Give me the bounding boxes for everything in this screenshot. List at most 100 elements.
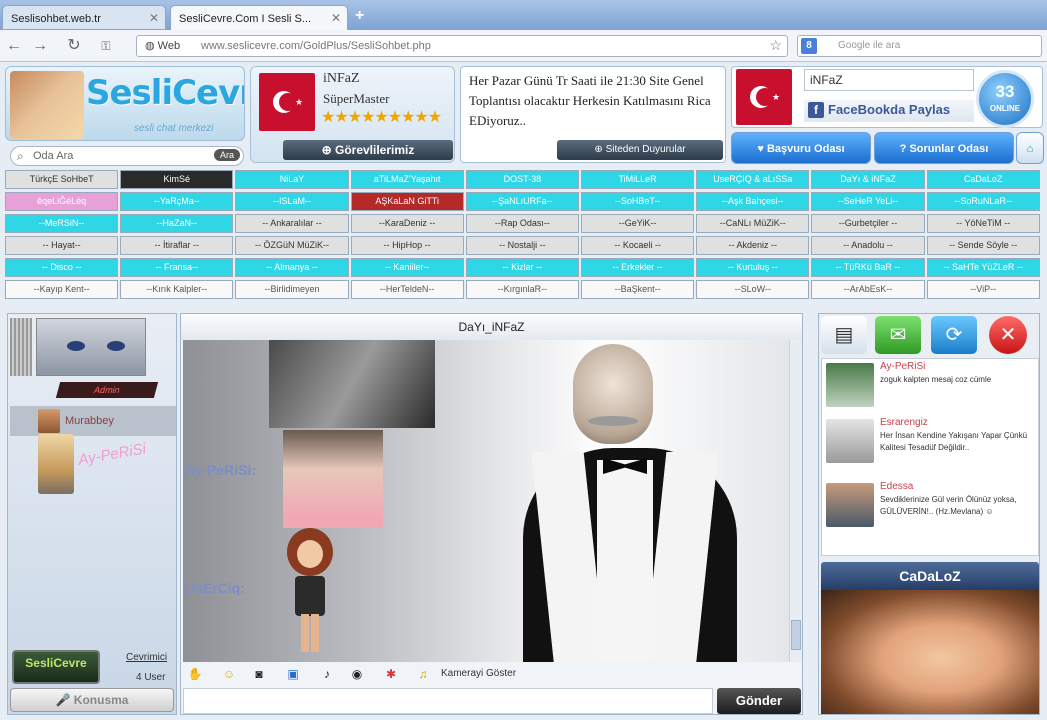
room-button[interactable]: --SoRuNLaR-- bbox=[926, 192, 1040, 211]
application-room-button[interactable]: ♥ Başvuru Odası bbox=[731, 132, 871, 164]
room-button[interactable]: --ArAbEsK-- bbox=[811, 280, 925, 299]
star-icon[interactable]: ☆ bbox=[769, 37, 782, 54]
room-button[interactable]: êqeLiĞéLéq bbox=[5, 192, 119, 211]
duties-button[interactable]: ⊕ Görevlilerimiz bbox=[283, 140, 453, 160]
scroll-grip[interactable] bbox=[10, 318, 32, 376]
feed-item[interactable]: Ay-PeRiSi zoguk kalpten mesaj coz cümle bbox=[824, 361, 1036, 413]
show-camera-link[interactable]: Kamerayi Göster bbox=[441, 668, 516, 679]
promo-image[interactable] bbox=[821, 590, 1039, 714]
hand-icon[interactable]: ✋ bbox=[187, 666, 203, 682]
room-button[interactable]: TürkçE SoHbeT bbox=[5, 170, 119, 189]
problems-room-button[interactable]: ? Sorunlar Odası bbox=[874, 132, 1014, 164]
room-button[interactable]: --ŞaNLıURFa-- bbox=[465, 192, 579, 211]
room-button[interactable]: --Kırık Kalpler-- bbox=[120, 280, 234, 299]
room-button[interactable]: --ViP-- bbox=[926, 280, 1040, 299]
tab-seslisohbet[interactable]: Seslisohbet.web.tr ✕ bbox=[2, 5, 166, 30]
send-button[interactable]: Gönder bbox=[717, 688, 801, 714]
room-button[interactable]: -- Akdeniz -- bbox=[696, 236, 810, 255]
room-button[interactable]: --ISLaM-- bbox=[235, 192, 349, 211]
room-button[interactable]: --Kayıp Kent-- bbox=[5, 280, 119, 299]
site-logo[interactable]: SesliCevre sesli chat merkezi bbox=[5, 66, 245, 141]
room-button[interactable]: -- Sende Söyle -- bbox=[926, 236, 1040, 255]
room-search-button[interactable]: Ara bbox=[213, 149, 240, 161]
room-button[interactable]: --KaraDeniz -- bbox=[350, 214, 464, 233]
room-button[interactable]: -- Kocaeli -- bbox=[581, 236, 695, 255]
room-button[interactable]: -- SaHTe YüZLeR -- bbox=[926, 258, 1040, 277]
room-button[interactable]: --SoHBeT-- bbox=[581, 192, 695, 211]
profile-tool-icon[interactable]: ▤ bbox=[821, 316, 867, 354]
room-button[interactable]: AŞKaLaN GiTTi bbox=[350, 192, 464, 211]
room-button[interactable]: --SLoW-- bbox=[696, 280, 810, 299]
home-icon[interactable]: ⌂ bbox=[1016, 132, 1044, 164]
room-button[interactable]: -- HipHop -- bbox=[350, 236, 464, 255]
room-button[interactable]: -- Fransa-- bbox=[120, 258, 234, 277]
user-list-item[interactable]: Murabbey bbox=[10, 406, 176, 436]
room-button[interactable]: -- ÖZGüN MüZiK-- bbox=[235, 236, 349, 255]
smiley-icon[interactable]: ☺ bbox=[221, 666, 237, 682]
back-icon[interactable]: ← bbox=[4, 36, 24, 56]
tab-seslicevre[interactable]: SesliCevre.Com I Sesli S... ✕ bbox=[170, 5, 348, 30]
room-button[interactable]: KimSé bbox=[120, 170, 234, 189]
feed-item[interactable]: Esrarengiz Her İnsan Kendine Yakışanı Ya… bbox=[824, 417, 1036, 477]
room-button[interactable]: DOST-38 bbox=[465, 170, 579, 189]
room-button[interactable]: --Birlidimeyen bbox=[235, 280, 349, 299]
user-name-signature[interactable]: Ay-PeRiSi bbox=[77, 440, 147, 469]
room-button[interactable]: -- Hayat-- bbox=[5, 236, 119, 255]
search-input[interactable]: 8 Google ile ara bbox=[797, 35, 1042, 57]
facebook-share-button[interactable]: f FaceBookda Paylas bbox=[804, 100, 974, 122]
room-button[interactable]: -- YöNeTiM -- bbox=[926, 214, 1040, 233]
online-link[interactable]: Cevrimici bbox=[126, 652, 167, 663]
room-button[interactable]: -- Anadolu -- bbox=[811, 236, 925, 255]
room-button[interactable]: -- Kurtuluş -- bbox=[696, 258, 810, 277]
room-button[interactable]: --HaZaN-- bbox=[120, 214, 234, 233]
user-icon[interactable]: ▣ bbox=[285, 666, 301, 682]
forward-icon[interactable]: → bbox=[30, 36, 50, 56]
room-button[interactable]: DaYı & iNFaZ bbox=[811, 170, 925, 189]
room-button[interactable]: -- Nostalji -- bbox=[465, 236, 579, 255]
room-button[interactable]: --SeHeR YeLi-- bbox=[811, 192, 925, 211]
room-button[interactable]: --BaŞkent-- bbox=[581, 280, 695, 299]
chat-scrollbar[interactable] bbox=[789, 340, 802, 662]
room-button[interactable]: -- Ankaralılar -- bbox=[235, 214, 349, 233]
message-input[interactable] bbox=[183, 688, 713, 714]
room-button[interactable]: --MeRSiN-- bbox=[5, 214, 119, 233]
room-button[interactable]: -- TüRKü BaR -- bbox=[811, 258, 925, 277]
room-button[interactable]: --KırgınlaR-- bbox=[465, 280, 579, 299]
talk-button[interactable]: 🎤 Konusma bbox=[10, 688, 174, 712]
room-button[interactable]: CaDaLoZ bbox=[926, 170, 1040, 189]
gift-icon[interactable]: ✱ bbox=[383, 666, 399, 682]
new-tab-button[interactable]: + bbox=[355, 7, 364, 25]
room-button[interactable]: NiLaY bbox=[235, 170, 349, 189]
room-button[interactable]: --Gurbetçiler -- bbox=[811, 214, 925, 233]
address-bar[interactable]: ◍ Web www.seslicevre.com/GoldPlus/SesliS… bbox=[136, 35, 788, 57]
room-button[interactable]: -- İtiraflar -- bbox=[120, 236, 234, 255]
room-button[interactable]: -- Kizlar -- bbox=[465, 258, 579, 277]
key-icon[interactable]: ⚿ bbox=[96, 36, 116, 56]
close-tab-icon[interactable]: ✕ bbox=[149, 11, 159, 25]
room-button[interactable]: --Aşk Bahçesi-- bbox=[696, 192, 810, 211]
room-button[interactable]: --Rap Odası-- bbox=[465, 214, 579, 233]
room-button[interactable]: -- Disco -- bbox=[5, 258, 119, 277]
room-button[interactable]: -- Kaniiler-- bbox=[350, 258, 464, 277]
bell-icon[interactable]: ♫ bbox=[415, 666, 431, 682]
close-icon[interactable]: ✕ bbox=[989, 316, 1027, 354]
scroll-thumb[interactable] bbox=[791, 620, 801, 650]
mic-icon[interactable]: ♪ bbox=[319, 666, 335, 682]
camera-icon[interactable]: ◙ bbox=[251, 666, 267, 682]
room-button[interactable]: --YaRçMa-- bbox=[120, 192, 234, 211]
room-button[interactable]: --CaNLı MüZiK-- bbox=[696, 214, 810, 233]
feed-item[interactable]: Edessa Sevdiklerinize Gül verin Ölünüz y… bbox=[824, 481, 1036, 553]
room-button[interactable]: --HerTeldeN-- bbox=[350, 280, 464, 299]
reload-icon[interactable]: ↻ bbox=[64, 36, 84, 56]
room-button[interactable]: -- Erkekler -- bbox=[581, 258, 695, 277]
room-button[interactable]: TiMiLLeR bbox=[581, 170, 695, 189]
room-button[interactable]: --GeYiK-- bbox=[581, 214, 695, 233]
room-search-input[interactable]: ⌕ Oda Ara Ara bbox=[10, 146, 244, 166]
avatar[interactable] bbox=[38, 434, 74, 494]
room-button[interactable]: -- Almanya -- bbox=[235, 258, 349, 277]
close-tab-icon[interactable]: ✕ bbox=[331, 11, 341, 25]
refresh-icon[interactable]: ⟳ bbox=[931, 316, 977, 354]
chat-bubble-icon[interactable]: ✉ bbox=[875, 316, 921, 354]
announcements-button[interactable]: ⊕ Siteden Duyurular bbox=[557, 140, 723, 160]
room-button[interactable]: aTiLMaZ'Yaşahıt bbox=[350, 170, 464, 189]
